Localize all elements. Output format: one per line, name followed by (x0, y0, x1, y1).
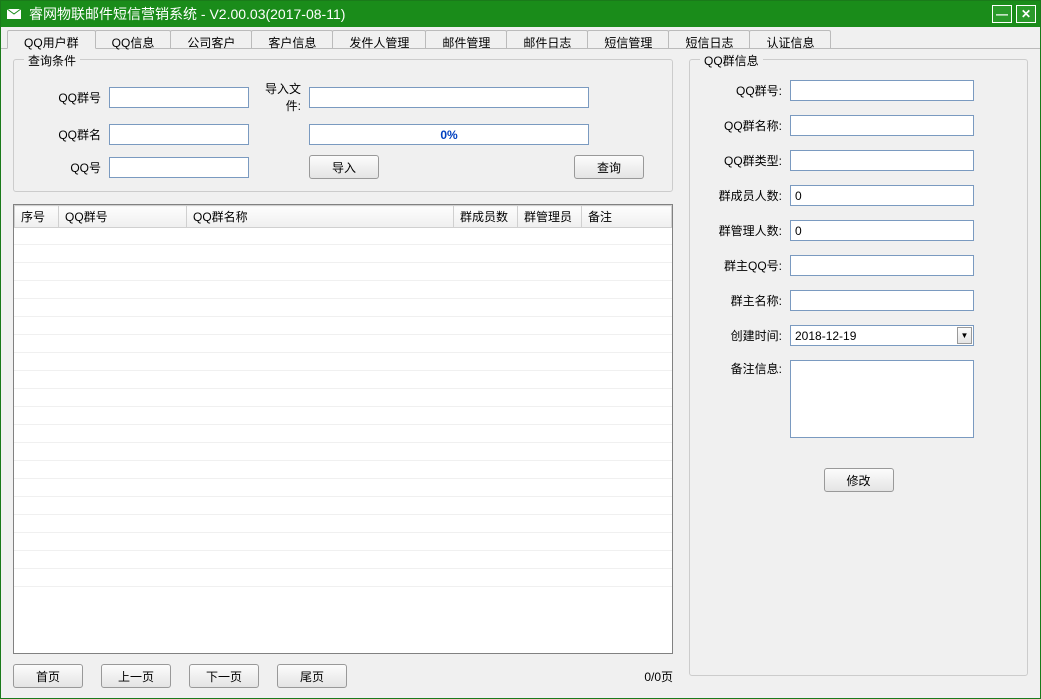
col-remark[interactable]: 备注 (582, 206, 672, 228)
input-qq-no[interactable] (109, 157, 249, 178)
tab-qq-info[interactable]: QQ信息 (95, 30, 172, 48)
tab-customer-info[interactable]: 客户信息 (251, 30, 333, 48)
content-area: 查询条件 QQ群号 导入文件: QQ群名 0% QQ号 (1, 49, 1040, 698)
search-button[interactable]: 查询 (574, 155, 644, 179)
label-info-group-name: QQ群名称: (702, 117, 782, 134)
input-info-member-count[interactable] (790, 185, 974, 206)
label-qq-group-no: QQ群号 (26, 89, 101, 106)
tab-company-customer[interactable]: 公司客户 (170, 30, 252, 48)
tab-mail-log[interactable]: 邮件日志 (506, 30, 588, 48)
col-admin[interactable]: 群管理员 (518, 206, 582, 228)
tab-auth-info[interactable]: 认证信息 (749, 30, 831, 48)
input-info-owner-qq[interactable] (790, 255, 974, 276)
label-info-group-type: QQ群类型: (702, 152, 782, 169)
textarea-info-remark[interactable] (790, 360, 974, 438)
left-column: 查询条件 QQ群号 导入文件: QQ群名 0% QQ号 (13, 59, 673, 688)
input-info-group-name[interactable] (790, 115, 974, 136)
input-qq-group-no[interactable] (109, 87, 249, 108)
input-info-owner-name[interactable] (790, 290, 974, 311)
label-info-remark: 备注信息: (702, 360, 782, 377)
last-page-button[interactable]: 尾页 (277, 664, 347, 688)
mail-icon (5, 7, 23, 21)
tab-mail-mgmt[interactable]: 邮件管理 (425, 30, 507, 48)
col-seq[interactable]: 序号 (15, 206, 59, 228)
close-button[interactable]: ✕ (1016, 5, 1036, 23)
label-qq-group-name: QQ群名 (26, 126, 101, 143)
col-group-no[interactable]: QQ群号 (59, 206, 187, 228)
label-info-owner-qq: 群主QQ号: (702, 257, 782, 274)
input-import-file[interactable] (309, 87, 589, 108)
tab-sms-mgmt[interactable]: 短信管理 (587, 30, 669, 48)
tab-sender-mgmt[interactable]: 发件人管理 (332, 30, 426, 48)
first-page-button[interactable]: 首页 (13, 664, 83, 688)
prev-page-button[interactable]: 上一页 (101, 664, 171, 688)
label-info-create-time: 创建时间: (702, 327, 782, 344)
label-info-admin-count: 群管理人数: (702, 222, 782, 239)
progress-text: 0% (440, 128, 457, 142)
app-window: 睿网物联邮件短信营销系统 - V2.00.03(2017-08-11) — ✕ … (0, 0, 1041, 699)
label-info-group-no: QQ群号: (702, 82, 782, 99)
results-table[interactable]: 序号 QQ群号 QQ群名称 群成员数 群管理员 备注 (13, 204, 673, 654)
info-fieldset: QQ群信息 QQ群号: QQ群名称: QQ群类型: 群成员人数: (689, 59, 1028, 676)
label-qq-no: QQ号 (26, 159, 101, 176)
title-bar: 睿网物联邮件短信营销系统 - V2.00.03(2017-08-11) — ✕ (1, 1, 1040, 27)
table-body[interactable] (14, 227, 672, 653)
label-info-member-count: 群成员人数: (702, 187, 782, 204)
label-info-owner-name: 群主名称: (702, 292, 782, 309)
date-dropdown-icon[interactable]: ▼ (957, 327, 972, 344)
query-legend: 查询条件 (24, 52, 80, 69)
input-info-group-type[interactable] (790, 150, 974, 171)
tab-sms-log[interactable]: 短信日志 (668, 30, 750, 48)
next-page-button[interactable]: 下一页 (189, 664, 259, 688)
tabs-bar: QQ用户群 QQ信息 公司客户 客户信息 发件人管理 邮件管理 邮件日志 短信管… (1, 27, 1040, 49)
input-info-admin-count[interactable] (790, 220, 974, 241)
pager: 首页 上一页 下一页 尾页 0/0页 (13, 654, 673, 688)
info-legend: QQ群信息 (700, 52, 763, 69)
input-info-group-no[interactable] (790, 80, 974, 101)
modify-button[interactable]: 修改 (824, 468, 894, 492)
label-import-file: 导入文件: (257, 80, 301, 114)
input-qq-group-name[interactable] (109, 124, 249, 145)
input-info-create-time[interactable] (790, 325, 974, 346)
page-info: 0/0页 (644, 668, 673, 685)
col-group-name[interactable]: QQ群名称 (187, 206, 454, 228)
col-member-count[interactable]: 群成员数 (454, 206, 518, 228)
import-progress: 0% (309, 124, 589, 145)
window-title: 睿网物联邮件短信营销系统 - V2.00.03(2017-08-11) (29, 4, 988, 24)
query-fieldset: 查询条件 QQ群号 导入文件: QQ群名 0% QQ号 (13, 59, 673, 192)
import-button[interactable]: 导入 (309, 155, 379, 179)
tab-qq-user-group[interactable]: QQ用户群 (7, 30, 96, 49)
right-column: QQ群信息 QQ群号: QQ群名称: QQ群类型: 群成员人数: (689, 59, 1028, 688)
minimize-button[interactable]: — (992, 5, 1012, 23)
